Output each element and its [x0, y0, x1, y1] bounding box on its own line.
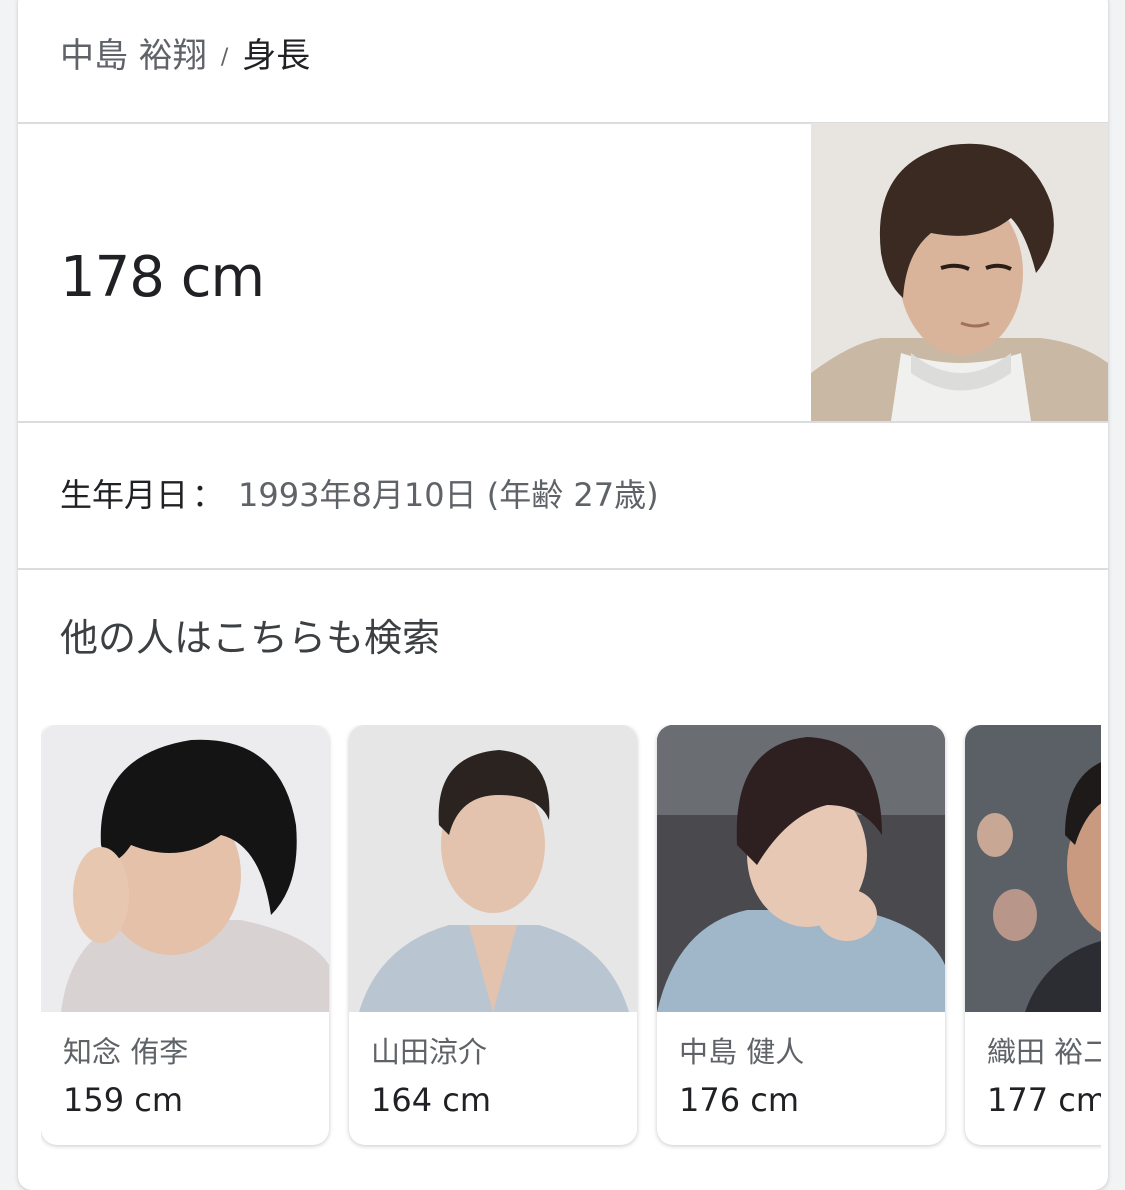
birth-date-label: 生年月日	[60, 476, 189, 514]
divider	[18, 421, 1108, 423]
related-person-name: 織田 裕二	[987, 1035, 1101, 1069]
related-person-height: 159 cm	[63, 1081, 184, 1119]
breadcrumb-attribute: 身長	[242, 36, 311, 76]
birth-date-value: 1993年8月10日 (年齢 27歳)	[238, 476, 659, 514]
related-person-height: 176 cm	[679, 1081, 800, 1119]
related-person-name: 知念 侑李	[63, 1035, 189, 1069]
portrait-image	[811, 123, 1108, 421]
related-person-tile[interactable]: 織田 裕二 177 cm	[965, 725, 1101, 1145]
divider	[18, 568, 1108, 570]
related-section-title: 他の人はこちらも検索	[60, 616, 441, 660]
related-person-name: 山田涼介	[371, 1035, 488, 1069]
related-person-photo	[41, 725, 329, 1012]
related-person-photo	[349, 725, 637, 1012]
related-person-tile[interactable]: 中島 健人 176 cm	[657, 725, 945, 1145]
breadcrumb: 中島 裕翔 / 身長	[60, 36, 310, 78]
related-person-photo	[965, 725, 1101, 1012]
related-person-tile[interactable]: 知念 侑李 159 cm	[41, 725, 329, 1145]
breadcrumb-entity-link[interactable]: 中島 裕翔	[60, 36, 207, 76]
height-answer: 178 cm	[60, 245, 265, 310]
related-people-carousel[interactable]: 知念 侑李 159 cm 山田涼介 164 cm 中島 健人 176 cm 織田…	[41, 725, 1101, 1155]
related-person-height: 177 cm	[987, 1081, 1101, 1119]
birth-date-row: 生年月日： 1993年8月10日 (年齢 27歳)	[60, 475, 659, 515]
related-person-photo	[657, 725, 945, 1012]
main-person-photo[interactable]	[811, 123, 1108, 421]
related-person-name: 中島 健人	[679, 1035, 805, 1069]
related-person-height: 164 cm	[371, 1081, 492, 1119]
birth-date-colon: ：	[192, 476, 225, 514]
related-person-tile[interactable]: 山田涼介 164 cm	[349, 725, 637, 1145]
breadcrumb-separator: /	[220, 44, 229, 70]
